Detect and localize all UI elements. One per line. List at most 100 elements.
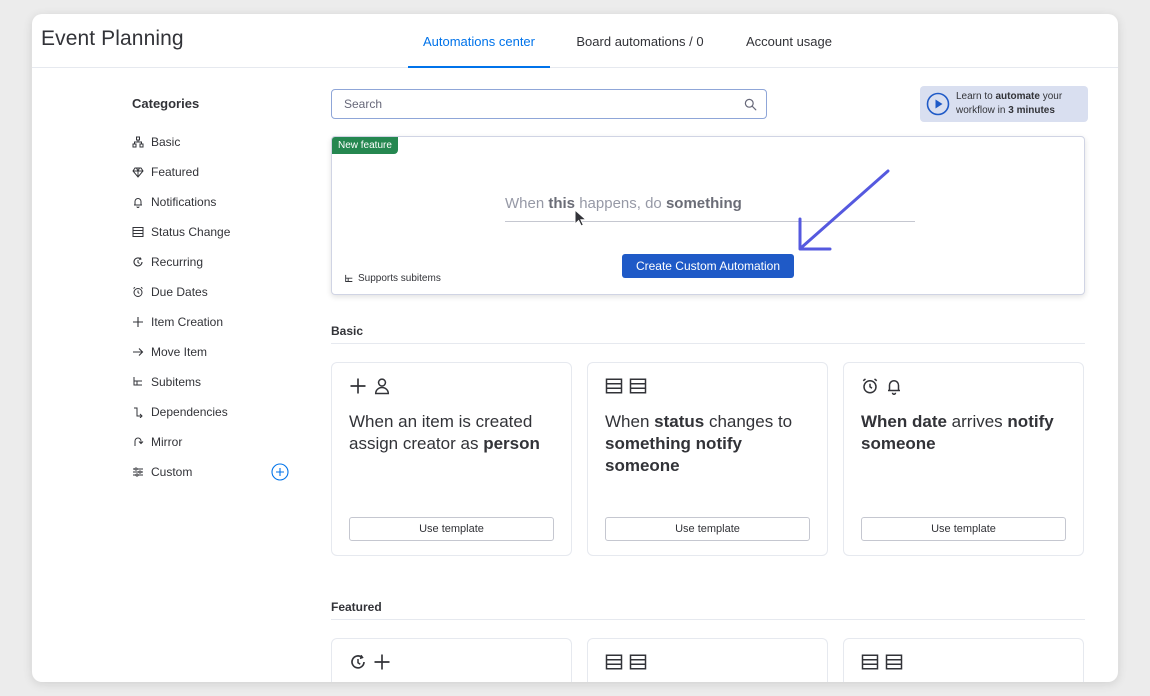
card-icons (605, 653, 647, 671)
card-description: When date arrives notify someone (861, 412, 1054, 453)
sidebar-item-label: Recurring (151, 255, 204, 269)
section-title-basic: Basic (331, 324, 364, 338)
sidebar-item-label: Dependencies (151, 405, 228, 419)
sidebar-item-label: Basic (151, 135, 181, 149)
card-description: When an item is created assign creator a… (349, 412, 540, 453)
status-icon (605, 654, 623, 670)
sidebar-item-basic[interactable]: Basic (132, 127, 292, 157)
sidebar-item-label: Status Change (151, 225, 231, 239)
automations-window: Event Planning Automations center Board … (32, 14, 1118, 682)
diamond-icon (132, 166, 144, 178)
new-feature-badge: New feature (332, 137, 398, 154)
subitems-icon (133, 377, 142, 386)
play-icon (926, 92, 950, 116)
sidebar-item-dependencies[interactable]: Dependencies (132, 397, 292, 427)
sidebar-item-status-change[interactable]: Status Change (132, 217, 292, 247)
card-icons (349, 377, 391, 395)
search-box (331, 89, 767, 119)
sidebar-item-label: Mirror (151, 435, 183, 449)
categories-sidebar: Categories Basic Featured Notifications Sta… (132, 96, 292, 487)
automation-template-card[interactable]: When date arrives notify someone Use temp… (843, 362, 1084, 556)
recurring-icon (132, 256, 144, 268)
sidebar-item-label: Subitems (151, 375, 202, 389)
diamond-icon (132, 167, 144, 178)
alarm-icon (862, 378, 878, 394)
sidebar-item-custom[interactable]: Custom (132, 457, 292, 487)
sidebar-item-mirror[interactable]: Mirror (132, 427, 292, 457)
section-title-featured: Featured (331, 600, 382, 614)
pointer-arrow-icon (798, 169, 890, 251)
status-icon (629, 378, 647, 394)
sidebar-item-recurring[interactable]: Recurring (132, 247, 292, 277)
plus-icon (133, 317, 143, 327)
sidebar-item-notifications[interactable]: Notifications (132, 187, 292, 217)
custom-icon (133, 467, 143, 477)
automation-template-card[interactable]: When an item is created assign creator a… (331, 362, 572, 556)
subitems-icon (132, 376, 144, 388)
card-icons (861, 377, 903, 395)
board-title: Event Planning (41, 27, 184, 50)
sidebar-item-featured[interactable]: Featured (132, 157, 292, 187)
sidebar-item-move-item[interactable]: Move Item (132, 337, 292, 367)
alarm-icon (133, 286, 143, 297)
status-icon (132, 226, 144, 238)
tab-automations-center[interactable]: Automations center (408, 14, 550, 68)
sidebar-item-subitems[interactable]: Subitems (132, 367, 292, 397)
section-divider (331, 619, 1085, 620)
status-icon (132, 227, 144, 237)
sidebar-item-label: Notifications (151, 195, 217, 209)
arrow-right-icon (133, 348, 144, 356)
card-icons (605, 377, 647, 395)
sidebar-item-label: Custom (151, 465, 193, 479)
use-template-button[interactable]: Use template (861, 517, 1066, 541)
header: Event Planning Automations center Board … (32, 14, 1118, 68)
sidebar-item-due-dates[interactable]: Due Dates (132, 277, 292, 307)
bell-icon (888, 380, 900, 395)
sidebar-item-label: Item Creation (151, 315, 224, 329)
sidebar-item-label: Featured (151, 165, 200, 179)
supports-subitems-note: Supports subitems (344, 273, 441, 284)
status-icon (629, 654, 647, 670)
person-icon (374, 378, 390, 395)
plus-icon (132, 316, 144, 328)
sidebar-item-label: Move Item (151, 345, 208, 359)
use-template-button[interactable]: Use template (605, 517, 810, 541)
plus-icon (374, 654, 390, 670)
dependency-icon (132, 406, 144, 418)
status-icon (605, 378, 623, 394)
mirror-icon (134, 437, 144, 446)
search-input[interactable] (332, 90, 766, 118)
automation-template-card[interactable] (843, 638, 1084, 682)
custom-automation-panel: New feature When this happens, do someth… (331, 136, 1085, 295)
arrow-right-icon (132, 346, 144, 358)
categories-list: Basic Featured Notifications Status Change R… (132, 127, 292, 487)
tab-account-usage[interactable]: Account usage (739, 14, 839, 68)
recurring-icon (351, 654, 365, 669)
add-custom-category-icon[interactable] (271, 463, 289, 481)
automation-template-card[interactable]: When status changes to something notify … (587, 362, 828, 556)
create-custom-automation-button[interactable]: Create Custom Automation (622, 254, 794, 278)
use-template-button[interactable]: Use template (349, 517, 554, 541)
dependency-icon (134, 407, 143, 418)
section-divider (331, 343, 1085, 344)
status-icon (885, 654, 903, 670)
card-icons (349, 653, 391, 671)
bell-icon (132, 196, 144, 208)
subitems-icon (345, 274, 353, 282)
recurring-icon (133, 257, 143, 267)
tab-board-automations[interactable]: Board automations / 0 (572, 14, 708, 68)
plus-icon (350, 378, 366, 394)
search-icon[interactable] (744, 98, 757, 111)
automation-template-card[interactable] (331, 638, 572, 682)
learn-video-link[interactable]: Learn to automate your workflow in 3 min… (920, 86, 1088, 122)
basic-icon (132, 136, 144, 148)
card-description: When status changes to something notify … (605, 412, 793, 475)
mouse-cursor-icon (574, 209, 588, 227)
status-icon (861, 654, 879, 670)
card-icons (861, 653, 903, 671)
automation-template-card[interactable] (587, 638, 828, 682)
alarm-icon (132, 286, 144, 298)
mirror-icon (132, 436, 144, 448)
bell-icon (134, 198, 142, 208)
sidebar-item-item-creation[interactable]: Item Creation (132, 307, 292, 337)
